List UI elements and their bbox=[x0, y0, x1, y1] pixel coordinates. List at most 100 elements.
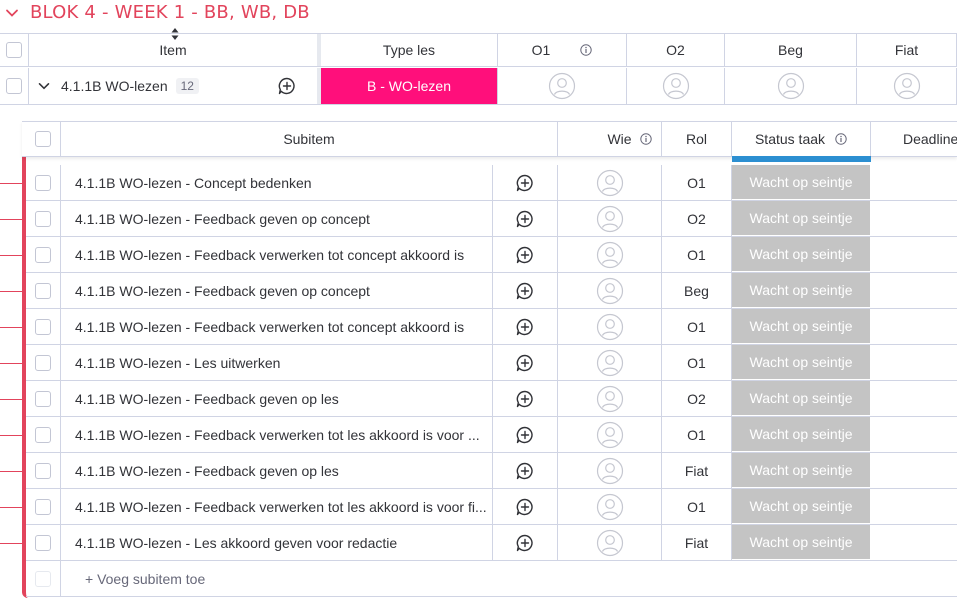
subitem-rol-cell[interactable]: O2 bbox=[662, 381, 732, 416]
subitem-rol-cell[interactable]: O1 bbox=[662, 165, 732, 200]
subitem-rol-cell[interactable]: Fiat bbox=[662, 453, 732, 488]
person-placeholder-icon[interactable] bbox=[596, 313, 624, 341]
subitem-row[interactable]: 4.1.1B WO-lezen - Feedback geven op les F… bbox=[26, 453, 957, 489]
subitem-deadline-cell[interactable] bbox=[871, 525, 957, 560]
column-header-fiat[interactable]: Fiat bbox=[857, 34, 957, 66]
subitem-wie-cell[interactable] bbox=[558, 345, 662, 380]
add-update-icon[interactable] bbox=[515, 353, 535, 373]
person-placeholder-icon[interactable] bbox=[777, 72, 805, 100]
subitem-status-label[interactable]: Wacht op seintje bbox=[732, 381, 871, 416]
chevron-down-icon[interactable] bbox=[4, 5, 20, 21]
subitem-rol-cell[interactable]: Beg bbox=[662, 273, 732, 308]
subitem-checkbox[interactable] bbox=[35, 462, 51, 479]
info-icon[interactable] bbox=[835, 133, 847, 145]
subitem-updates-cell[interactable] bbox=[493, 489, 558, 524]
item-checkbox[interactable] bbox=[6, 78, 22, 94]
add-update-icon[interactable] bbox=[515, 173, 535, 193]
person-placeholder-icon[interactable] bbox=[596, 421, 624, 449]
add-update-icon[interactable] bbox=[515, 497, 535, 517]
subitem-status-label[interactable]: Wacht op seintje bbox=[732, 309, 871, 344]
subitem-status-label[interactable]: Wacht op seintje bbox=[732, 525, 871, 560]
add-update-icon[interactable] bbox=[515, 281, 535, 301]
o2-person-cell[interactable] bbox=[627, 68, 725, 104]
item-name-cell[interactable]: 4.1.1B WO-lezen 12 bbox=[29, 68, 256, 104]
person-placeholder-icon[interactable] bbox=[596, 385, 624, 413]
subitem-updates-cell[interactable] bbox=[493, 273, 558, 308]
subitem-deadline-cell[interactable] bbox=[871, 489, 957, 524]
subitem-name[interactable]: 4.1.1B WO-lezen - Les akkoord geven voor… bbox=[75, 535, 397, 551]
subitem-rol-cell[interactable]: O1 bbox=[662, 309, 732, 344]
subitem-name[interactable]: 4.1.1B WO-lezen - Feedback verwerken tot… bbox=[75, 319, 464, 335]
add-update-icon[interactable] bbox=[515, 425, 535, 445]
column-header-o2[interactable]: O2 bbox=[627, 34, 725, 66]
subitem-status-label[interactable]: Wacht op seintje bbox=[732, 453, 871, 488]
subitem-count-badge[interactable]: 12 bbox=[175, 78, 199, 94]
add-subitem-button[interactable]: + Voeg subitem toe bbox=[85, 561, 205, 597]
subitem-row[interactable]: 4.1.1B WO-lezen - Feedback verwerken tot… bbox=[26, 309, 957, 345]
subitem-status-label[interactable]: Wacht op seintje bbox=[732, 273, 871, 308]
subitem-name[interactable]: 4.1.1B WO-lezen - Feedback verwerken tot… bbox=[75, 499, 487, 515]
subitem-updates-cell[interactable] bbox=[493, 453, 558, 488]
person-placeholder-icon[interactable] bbox=[596, 205, 624, 233]
subitem-select-all-checkbox[interactable] bbox=[35, 131, 51, 147]
subitem-checkbox[interactable] bbox=[35, 174, 51, 191]
subitem-status-label[interactable]: Wacht op seintje bbox=[732, 165, 871, 200]
subitem-name[interactable]: 4.1.1B WO-lezen - Feedback geven op les bbox=[75, 391, 339, 407]
subitem-rol-cell[interactable]: Fiat bbox=[662, 525, 732, 560]
column-header-beg[interactable]: Beg bbox=[725, 34, 857, 66]
info-icon[interactable] bbox=[639, 133, 652, 145]
add-update-icon[interactable] bbox=[515, 533, 535, 553]
subitem-deadline-cell[interactable] bbox=[871, 345, 957, 380]
person-placeholder-icon[interactable] bbox=[596, 457, 624, 485]
subitem-rol-cell[interactable]: O1 bbox=[662, 345, 732, 380]
subitem-wie-cell[interactable] bbox=[558, 381, 662, 416]
subitem-deadline-cell[interactable] bbox=[871, 309, 957, 344]
column-header-type-les[interactable]: Type les bbox=[321, 34, 498, 66]
subitem-rol-cell[interactable]: O1 bbox=[662, 417, 732, 452]
subitem-name-cell[interactable]: 4.1.1B WO-lezen - Feedback geven op les bbox=[61, 453, 493, 488]
select-all-checkbox[interactable] bbox=[6, 42, 22, 58]
subitem-status-label[interactable]: Wacht op seintje bbox=[732, 345, 871, 380]
subitem-deadline-cell[interactable] bbox=[871, 273, 957, 308]
subitem-name[interactable]: 4.1.1B WO-lezen - Les uitwerken bbox=[75, 355, 280, 371]
subitem-rol-cell[interactable]: O1 bbox=[662, 237, 732, 272]
subitem-status-label[interactable]: Wacht op seintje bbox=[732, 417, 871, 452]
subitem-deadline-cell[interactable] bbox=[871, 381, 957, 416]
subitem-name[interactable]: 4.1.1B WO-lezen - Feedback verwerken tot… bbox=[75, 427, 480, 443]
subitem-name-cell[interactable]: 4.1.1B WO-lezen - Feedback geven op conc… bbox=[61, 273, 493, 308]
subitem-name-cell[interactable]: 4.1.1B WO-lezen - Feedback verwerken tot… bbox=[61, 237, 493, 272]
subitem-name-cell[interactable]: 4.1.1B WO-lezen - Feedback verwerken tot… bbox=[61, 417, 493, 452]
subitem-checkbox[interactable] bbox=[35, 426, 51, 443]
add-update-icon[interactable] bbox=[515, 389, 535, 409]
fiat-person-cell[interactable] bbox=[857, 68, 957, 104]
subitem-row[interactable]: 4.1.1B WO-lezen - Feedback verwerken tot… bbox=[26, 489, 957, 525]
subitem-row[interactable]: 4.1.1B WO-lezen - Feedback geven op les O… bbox=[26, 381, 957, 417]
subitem-name-cell[interactable]: 4.1.1B WO-lezen - Les uitwerken bbox=[61, 345, 493, 380]
column-header-o1[interactable]: O1 bbox=[498, 34, 627, 66]
subitem-row[interactable]: 4.1.1B WO-lezen - Les uitwerken O1 Wacht o… bbox=[26, 345, 957, 381]
column-header-item[interactable]: Item bbox=[29, 34, 321, 66]
person-placeholder-icon[interactable] bbox=[893, 72, 921, 100]
subitem-updates-cell[interactable] bbox=[493, 165, 558, 200]
type-les-label[interactable]: B - WO-lezen bbox=[321, 68, 498, 104]
subitem-updates-cell[interactable] bbox=[493, 309, 558, 344]
subitem-name-cell[interactable]: 4.1.1B WO-lezen - Concept bedenken bbox=[61, 165, 493, 200]
subitem-checkbox[interactable] bbox=[35, 210, 51, 227]
subitem-updates-cell[interactable] bbox=[493, 345, 558, 380]
subitem-rol-cell[interactable]: O1 bbox=[662, 489, 732, 524]
person-placeholder-icon[interactable] bbox=[548, 72, 576, 100]
subitem-wie-cell[interactable] bbox=[558, 453, 662, 488]
subitem-deadline-cell[interactable] bbox=[871, 237, 957, 272]
subitem-name-cell[interactable]: 4.1.1B WO-lezen - Feedback verwerken tot… bbox=[61, 489, 493, 524]
subitem-status-label[interactable]: Wacht op seintje bbox=[732, 489, 871, 524]
subitem-checkbox[interactable] bbox=[35, 354, 51, 371]
subitem-wie-cell[interactable] bbox=[558, 201, 662, 236]
subitem-checkbox[interactable] bbox=[35, 498, 51, 515]
subitem-checkbox[interactable] bbox=[35, 318, 51, 335]
subitem-updates-cell[interactable] bbox=[493, 417, 558, 452]
o1-person-cell[interactable] bbox=[498, 68, 627, 104]
subitem-status-label[interactable]: Wacht op seintje bbox=[732, 201, 871, 236]
subitem-name[interactable]: 4.1.1B WO-lezen - Feedback geven op conc… bbox=[75, 283, 370, 299]
subitem-wie-cell[interactable] bbox=[558, 489, 662, 524]
chevron-down-icon[interactable] bbox=[37, 79, 51, 93]
